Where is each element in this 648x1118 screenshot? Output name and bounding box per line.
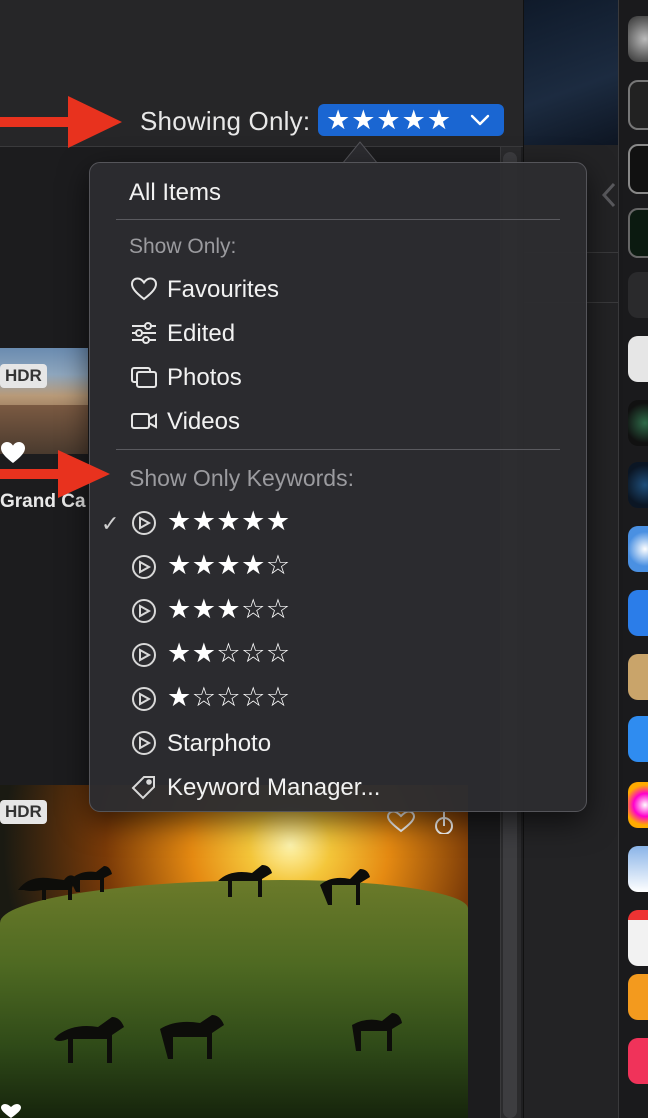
filter-value: ★★★★★ (326, 104, 453, 135)
tag-icon (131, 776, 155, 800)
hdr-badge: HDR (0, 364, 47, 388)
photos-icon (131, 367, 157, 388)
menu-item-edited[interactable]: Edited (90, 313, 586, 353)
menu-item-favourites[interactable]: Favourites (90, 269, 586, 309)
menu-item-label: Edited (167, 320, 236, 347)
keywords-header: Show Only Keywords: (129, 465, 354, 491)
console-icon[interactable] (628, 80, 648, 130)
menu-item-label: ★★★★★ (167, 506, 291, 536)
menu-item-label: Keyword Manager... (167, 774, 381, 801)
chevron-left-icon[interactable] (598, 180, 618, 210)
files-icon[interactable] (628, 716, 648, 762)
video-icon (131, 413, 157, 429)
menu-item-keyword-2-stars[interactable]: ★★☆☆☆ (90, 635, 586, 675)
sliders-icon (132, 322, 156, 344)
menu-item-label: ★★★★☆ (167, 550, 291, 580)
heart-outline-icon[interactable] (386, 810, 416, 834)
menu-item-label: ★★★☆☆ (167, 594, 291, 624)
keyword-gear-icon (132, 511, 156, 535)
menu-item-keyword-3-stars[interactable]: ★★★☆☆ (90, 591, 586, 631)
activity-monitor-icon[interactable] (628, 208, 648, 258)
keyword-gear-icon (132, 555, 156, 579)
contacts-icon[interactable] (628, 654, 648, 700)
menu-item-label: Starphoto (167, 730, 272, 757)
menu-item-label: Videos (167, 408, 240, 435)
annotation-arrow (0, 450, 110, 498)
annotation-arrow (0, 96, 122, 148)
hdr-badge: HDR (0, 800, 47, 824)
keyword-gear-icon (132, 643, 156, 667)
menu-item-label: ★★☆☆☆ (167, 638, 291, 668)
mail-icon[interactable] (628, 590, 648, 636)
menu-item-label: All Items (129, 179, 222, 206)
preview-image (524, 0, 618, 145)
books-icon[interactable] (628, 974, 648, 1020)
radar-icon[interactable] (628, 400, 648, 446)
chevron-down-icon (470, 114, 490, 126)
safari-icon[interactable] (628, 526, 648, 572)
music-icon[interactable] (628, 1038, 648, 1084)
keyword-gear-icon (132, 687, 156, 711)
menu-item-keyword-4-stars[interactable]: ★★★★☆ (90, 547, 586, 587)
heart-icon[interactable] (0, 1104, 22, 1118)
menu-item-photos[interactable]: Photos (90, 357, 586, 397)
menu-item-keyword-5-stars[interactable]: ✓ ★★★★★ (90, 503, 586, 543)
keyword-gear-icon (132, 599, 156, 623)
menu-separator (116, 219, 560, 220)
calendar-icon[interactable] (628, 910, 648, 966)
keyword-gear-icon (132, 731, 156, 755)
showing-only-label: Showing Only: (140, 106, 311, 136)
preview-app-icon[interactable] (628, 336, 648, 382)
menu-item-label: Photos (167, 364, 242, 391)
checkmark-icon: ✓ (101, 511, 120, 536)
menu-item-all-items[interactable]: All Items (90, 172, 586, 212)
menu-item-keyword-1-star[interactable]: ★☆☆☆☆ (90, 679, 586, 719)
menu-separator (116, 449, 560, 450)
network-icon[interactable] (628, 462, 648, 508)
menu-item-label: ★☆☆☆☆ (167, 682, 291, 712)
filter-dropdown-menu: All Items Show Only: Favourites Edited P… (89, 162, 587, 812)
menu-item-videos[interactable]: Videos (90, 401, 586, 441)
heart-icon (130, 277, 158, 301)
system-preferences-icon[interactable] (628, 16, 648, 62)
horse-silhouettes (18, 865, 402, 1063)
menu-item-keyword-manager[interactable]: Keyword Manager... (90, 767, 586, 807)
show-only-header: Show Only: (129, 235, 237, 258)
photos-app-icon[interactable] (628, 782, 648, 828)
menu-item-label: Favourites (167, 276, 280, 303)
menu-item-keyword-starphoto[interactable]: Starphoto (90, 723, 586, 763)
apple-icon[interactable] (628, 272, 648, 318)
terminal-icon[interactable] (628, 144, 648, 194)
filter-popup-button[interactable]: ★★★★★ (318, 104, 504, 136)
preview-doc-icon[interactable] (628, 846, 648, 892)
